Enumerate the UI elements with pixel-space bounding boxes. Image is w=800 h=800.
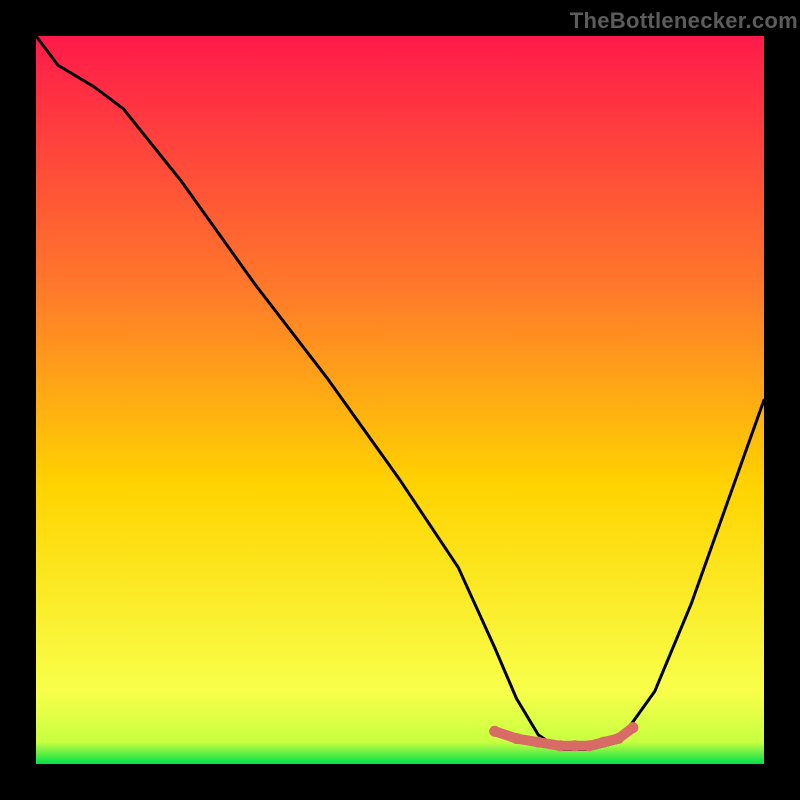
watermark-text: TheBottlenecker.com — [570, 8, 798, 34]
chart-frame — [36, 36, 764, 764]
optimal-marker — [533, 737, 544, 748]
optimal-marker — [555, 740, 566, 751]
optimal-marker — [598, 737, 609, 748]
optimal-marker — [613, 733, 624, 744]
optimal-marker — [627, 722, 638, 733]
gradient-background — [36, 36, 764, 764]
chart-plot — [36, 36, 764, 764]
optimal-marker — [511, 733, 522, 744]
optimal-marker — [584, 740, 595, 751]
optimal-marker — [569, 740, 580, 751]
optimal-marker — [489, 726, 500, 737]
